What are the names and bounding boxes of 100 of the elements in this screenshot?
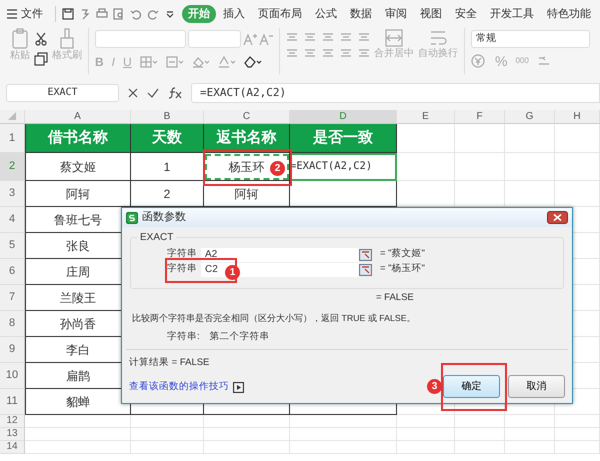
empty-cell <box>397 441 455 454</box>
formula-result: = FALSE <box>376 292 415 304</box>
align-middle-icon[interactable] <box>304 31 316 43</box>
function-icon[interactable] <box>167 86 183 98</box>
empty-cell <box>455 153 505 181</box>
save-icon[interactable] <box>62 8 74 20</box>
cancel-button[interactable]: 取消 <box>508 375 565 398</box>
table-cell: 1 <box>131 153 204 181</box>
row-header[interactable]: 1 <box>0 124 25 153</box>
help-link[interactable]: 查看该函数的操作技巧 <box>129 381 229 393</box>
column-title: 是否一致 <box>290 124 397 153</box>
merge-center-icon[interactable] <box>384 28 404 48</box>
row-header[interactable]: 4 <box>0 207 25 233</box>
empty-cell <box>505 428 555 441</box>
row-header[interactable]: 14 <box>0 441 25 454</box>
highlight-frame <box>441 363 507 411</box>
currency-icon[interactable] <box>471 54 487 68</box>
indent-increase-icon[interactable] <box>358 31 370 43</box>
font-name-field[interactable] <box>95 30 186 48</box>
video-icon[interactable] <box>233 382 244 392</box>
border-icon[interactable] <box>140 56 158 68</box>
close-button[interactable] <box>547 211 568 224</box>
empty-cell <box>397 415 455 428</box>
decimal-increase-icon[interactable] <box>536 55 551 67</box>
select-all-icon[interactable] <box>7 111 17 122</box>
ribbon-tab[interactable]: 审阅 <box>379 4 413 24</box>
column-header[interactable]: C <box>204 110 290 124</box>
menu-icon[interactable] <box>6 9 18 19</box>
ribbon-tab[interactable]: 特色功能 <box>541 4 597 24</box>
row-header[interactable]: 6 <box>0 259 25 285</box>
row-header[interactable]: 8 <box>0 311 25 337</box>
print-icon[interactable] <box>96 8 108 20</box>
justify-icon[interactable] <box>340 47 352 59</box>
fill-color-icon[interactable] <box>166 56 184 68</box>
number-format-field[interactable]: 常规 <box>471 30 590 48</box>
empty-cell <box>505 415 555 428</box>
argument-help: 第二个字符串 <box>210 331 270 343</box>
cancel-icon[interactable] <box>127 86 139 98</box>
ribbon-tab[interactable]: 安全 <box>449 4 483 24</box>
align-bottom-icon[interactable] <box>322 31 334 43</box>
row-header[interactable]: 5 <box>0 233 25 259</box>
redo-icon[interactable] <box>147 8 159 20</box>
row-header[interactable]: 10 <box>0 363 25 389</box>
column-header[interactable]: F <box>455 110 505 124</box>
indent-decrease-icon[interactable] <box>340 31 352 43</box>
row-header[interactable]: 11 <box>0 389 25 415</box>
empty-cell <box>397 153 455 181</box>
align-center-icon[interactable] <box>304 47 316 59</box>
file-menu[interactable]: 文件 <box>18 4 49 24</box>
cut-icon[interactable] <box>34 32 48 46</box>
empty-cell <box>555 153 600 181</box>
empty-cell <box>505 124 555 153</box>
row-header[interactable]: 13 <box>0 428 25 441</box>
dialog-title: 函数参数 <box>142 210 186 226</box>
align-top-icon[interactable] <box>286 31 298 43</box>
align-left-icon[interactable] <box>286 47 298 59</box>
empty-cell <box>505 153 555 181</box>
ribbon-tab[interactable]: 开发工具 <box>484 4 540 24</box>
formula-input[interactable]: =EXACT(A2,C2) <box>191 82 600 102</box>
ribbon-tab[interactable]: 数据 <box>344 4 378 24</box>
table-cell: =EXACT(A2,C2) <box>290 153 397 181</box>
print-preview-icon[interactable] <box>113 8 125 20</box>
font-grow-icon[interactable] <box>243 32 257 46</box>
empty-cell <box>455 441 505 454</box>
row-header[interactable]: 3 <box>0 181 25 207</box>
column-header[interactable]: B <box>131 110 204 124</box>
copy-icon[interactable] <box>34 52 48 66</box>
row-header[interactable]: 9 <box>0 337 25 363</box>
align-right-icon[interactable] <box>322 47 334 59</box>
argument-value: = "蔡文姬" <box>380 247 425 262</box>
column-title: 返书名称 <box>204 124 290 153</box>
calculation-result: 计算结果 = FALSE <box>129 357 210 369</box>
undo-icon[interactable] <box>130 8 142 20</box>
font-size-field[interactable] <box>188 30 241 48</box>
ok-button[interactable]: 确定 <box>443 375 500 398</box>
font-color-icon[interactable] <box>218 56 236 68</box>
row-header[interactable]: 7 <box>0 285 25 311</box>
font-shrink-icon[interactable] <box>259 32 273 46</box>
bucket-icon[interactable] <box>192 56 210 68</box>
empty-cell <box>397 428 455 441</box>
ribbon-tab[interactable]: 公式 <box>309 4 343 24</box>
column-header[interactable]: A <box>25 110 131 124</box>
column-header[interactable]: G <box>505 110 555 124</box>
row-header[interactable]: 12 <box>0 415 25 428</box>
argument-value: = "杨玉环" <box>380 262 425 276</box>
cell-picker-icon[interactable] <box>359 264 372 276</box>
cell-picker-icon[interactable] <box>359 248 372 260</box>
ribbon-tab[interactable]: 视图 <box>414 4 448 24</box>
confirm-icon[interactable] <box>147 86 159 98</box>
eraser-icon[interactable] <box>244 56 262 68</box>
empty-cell <box>555 415 600 428</box>
argument-label: 字符串 <box>167 247 198 262</box>
ribbon-tab[interactable]: 插入 <box>217 4 251 24</box>
distribute-icon[interactable] <box>358 47 370 59</box>
argument-field[interactable]: A2 <box>201 248 359 262</box>
ribbon-tab[interactable]: 页面布局 <box>252 4 308 24</box>
column-header[interactable]: H <box>555 110 600 124</box>
close-icon <box>553 214 562 221</box>
column-header[interactable]: E <box>397 110 455 124</box>
name-box[interactable]: EXACT <box>6 84 119 102</box>
